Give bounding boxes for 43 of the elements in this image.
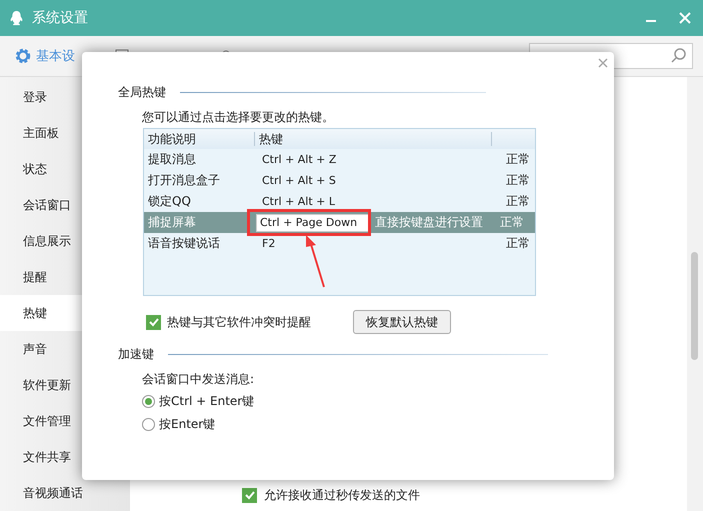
table-row[interactable]: 打开消息盒子 Ctrl + Alt + S 正常	[144, 170, 535, 191]
checkbox-label: 允许接收通过秒传发送的文件	[264, 486, 420, 504]
section-title: 加速键	[118, 346, 154, 363]
status-cell-text: 正常	[505, 193, 531, 210]
status-cell-text: 正常	[505, 151, 531, 168]
sidebar-item[interactable]: 音视频通话	[0, 475, 130, 511]
table-row[interactable]: 捕捉屏幕 Ctrl + Page Down 直接按键盘进行设置 正常	[144, 212, 535, 233]
function-cell-text: 锁定QQ	[147, 193, 192, 210]
scrollbar-thumb[interactable]	[691, 252, 698, 360]
status-cell-text: 正常	[505, 235, 531, 252]
penguin-icon	[9, 10, 24, 26]
section-title: 全局热键	[118, 84, 166, 101]
table-row[interactable]: 语音按键说话 F2 正常	[144, 233, 535, 254]
checkbox[interactable]	[146, 314, 161, 330]
gear-icon	[14, 47, 32, 65]
hotkey-input[interactable]: Ctrl + Page Down	[256, 214, 369, 232]
status-cell-text: 正常	[499, 214, 525, 231]
search-icon	[670, 47, 688, 65]
table-row[interactable]: 锁定QQ Ctrl + Alt + L 正常	[144, 191, 535, 212]
hotkey-cell-text: Ctrl + Alt + S	[261, 174, 337, 187]
checkbox[interactable]	[242, 488, 257, 502]
checkbox-label: 热键与其它软件冲突时提醒	[167, 314, 311, 330]
hotkey-cell-text: Ctrl + Alt + L	[261, 195, 336, 208]
function-cell-text: 语音按键说话	[147, 235, 221, 252]
radio-button[interactable]	[142, 395, 155, 408]
radio-label: 按Ctrl + Enter键	[159, 393, 254, 410]
hotkey-cell-text: F2	[261, 237, 276, 250]
radio-button[interactable]	[142, 418, 155, 431]
column-header[interactable]: 热键	[255, 132, 492, 146]
function-cell-text: 打开消息盒子	[147, 172, 221, 189]
table-row[interactable]: 提取消息 Ctrl + Alt + Z 正常	[144, 149, 535, 170]
edit-hint: 直接按键盘进行设置	[375, 214, 483, 231]
hotkey-cell-text: Ctrl + Alt + Z	[261, 153, 338, 166]
column-header[interactable]: 功能说明	[144, 132, 255, 146]
radio-label: 按Enter键	[159, 416, 216, 433]
function-cell-text: 提取消息	[147, 151, 197, 168]
window-title: 系统设置	[32, 9, 88, 27]
restore-defaults-button[interactable]: 恢复默认热键	[353, 310, 451, 334]
close-icon[interactable]	[598, 58, 608, 68]
prompt-text: 会话窗口中发送消息:	[142, 371, 256, 388]
hint-text: 您可以通过点击选择要更改的热键。	[142, 109, 335, 126]
status-cell-text: 正常	[505, 172, 531, 189]
function-cell-text: 捕捉屏幕	[147, 214, 197, 231]
